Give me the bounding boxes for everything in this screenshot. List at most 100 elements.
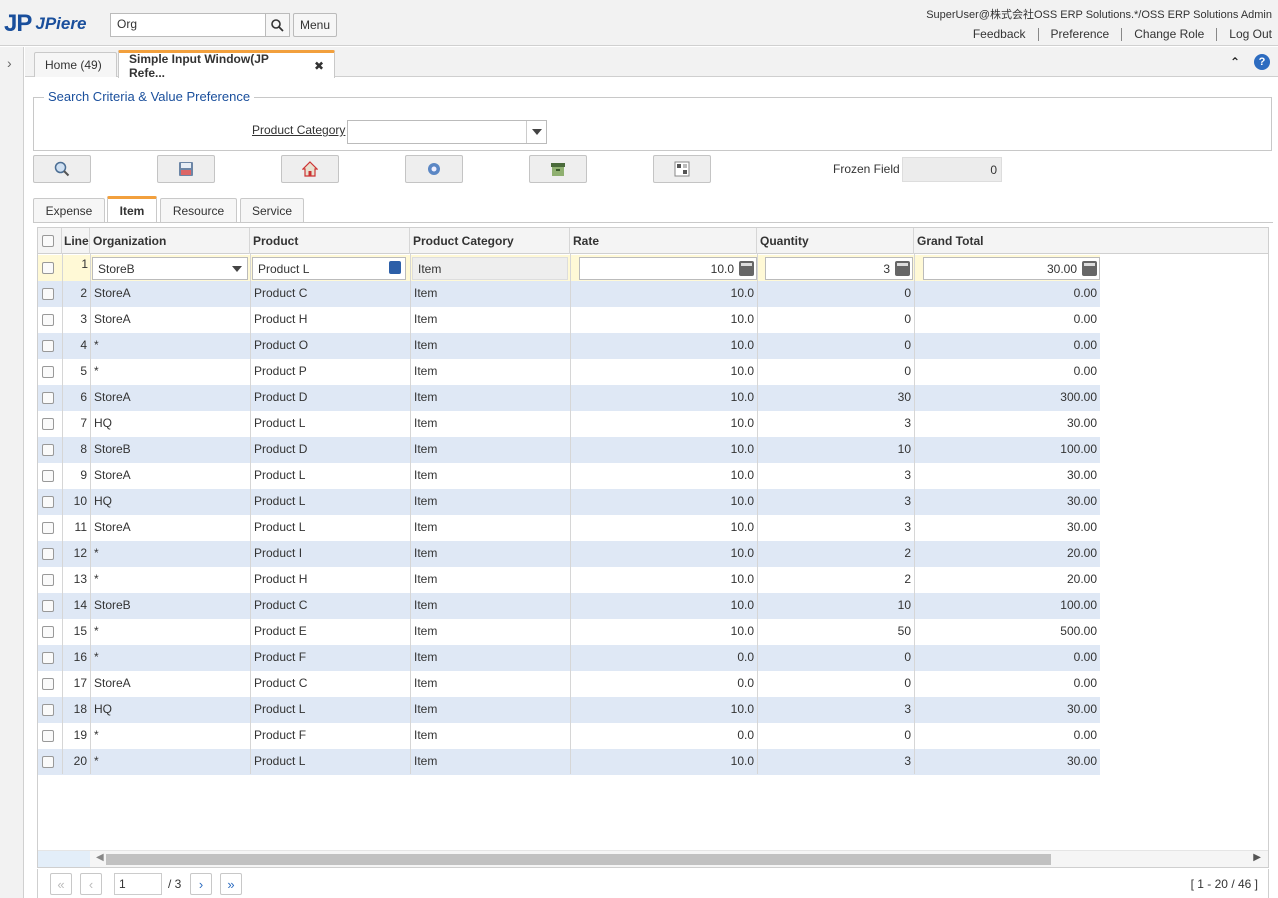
prev-page-button[interactable]: ‹ [80, 873, 102, 895]
row-checkbox[interactable] [42, 470, 54, 482]
col-product-category[interactable]: Product Category [410, 228, 570, 254]
table-row[interactable]: 20 * Product L Item 10.0 3 30.00 [38, 749, 1100, 775]
chevron-down-icon[interactable] [526, 121, 546, 143]
col-line[interactable]: Line [62, 228, 90, 254]
expand-panel-icon[interactable]: › [7, 55, 12, 71]
scroll-left-icon[interactable]: ◀ [96, 852, 104, 863]
search-button[interactable] [266, 13, 290, 37]
row-checkbox[interactable] [42, 340, 54, 352]
table-row[interactable]: 13 * Product H Item 10.0 2 20.00 [38, 567, 1100, 593]
feedback-link[interactable]: Feedback [973, 27, 1026, 41]
table-row[interactable]: 7 HQ Product L Item 10.0 3 30.00 [38, 411, 1100, 437]
frozen-field-input[interactable]: 0 [902, 157, 1002, 182]
table-row[interactable]: 16 * Product F Item 0.0 0 0.00 [38, 645, 1100, 671]
table-row[interactable]: 14 StoreB Product C Item 10.0 10 100.00 [38, 593, 1100, 619]
grand-total-field[interactable]: 30.00 [923, 257, 1100, 280]
save-button[interactable] [157, 155, 215, 183]
scrollbar-thumb[interactable] [106, 854, 1051, 865]
calculator-icon[interactable] [1082, 261, 1097, 276]
search-button[interactable] [33, 155, 91, 183]
collapse-up-icon[interactable]: ⌃ [1230, 55, 1240, 69]
tab-resource[interactable]: Resource [160, 198, 237, 222]
tab-simple-input-window[interactable]: Simple Input Window(JP Refe... ✖ [118, 50, 335, 80]
row-checkbox[interactable] [42, 756, 54, 768]
row-checkbox[interactable] [42, 600, 54, 612]
organization-select[interactable]: StoreB [92, 257, 248, 280]
table-row[interactable]: 12 * Product I Item 10.0 2 20.00 [38, 541, 1100, 567]
product-category-select[interactable] [347, 120, 547, 144]
row-checkbox[interactable] [42, 574, 54, 586]
table-row-editing[interactable]: 1 StoreB Product L Item 10.0 3 30.00 [38, 255, 1100, 281]
row-checkbox[interactable] [42, 366, 54, 378]
menu-button[interactable]: Menu [293, 13, 337, 37]
col-organization[interactable]: Organization [90, 228, 250, 254]
table-row[interactable]: 10 HQ Product L Item 10.0 3 30.00 [38, 489, 1100, 515]
table-row[interactable]: 9 StoreA Product L Item 10.0 3 30.00 [38, 463, 1100, 489]
cell-product-category: Item [414, 598, 438, 612]
home-button[interactable] [281, 155, 339, 183]
next-page-button[interactable]: › [190, 873, 212, 895]
row-checkbox[interactable] [42, 496, 54, 508]
calculator-icon[interactable] [739, 261, 754, 276]
row-checkbox[interactable] [42, 418, 54, 430]
first-page-button[interactable]: « [50, 873, 72, 895]
change-role-link[interactable]: Change Role [1134, 27, 1204, 41]
table-row[interactable]: 18 HQ Product L Item 10.0 3 30.00 [38, 697, 1100, 723]
tab-home[interactable]: Home (49) [34, 52, 117, 77]
grid-toggle-button[interactable] [653, 155, 711, 183]
row-checkbox[interactable] [42, 626, 54, 638]
row-checkbox[interactable] [42, 548, 54, 560]
cell-product: Product D [254, 390, 308, 404]
quantity-field[interactable]: 3 [765, 257, 913, 280]
preference-link[interactable]: Preference [1051, 27, 1110, 41]
table-row[interactable]: 17 StoreA Product C Item 0.0 0 0.00 [38, 671, 1100, 697]
tab-service[interactable]: Service [240, 198, 304, 222]
global-search-input[interactable]: Org [110, 13, 266, 37]
tab-expense[interactable]: Expense [33, 198, 105, 222]
cell-grand-total: 20.00 [1066, 546, 1097, 560]
row-checkbox[interactable] [42, 522, 54, 534]
row-checkbox[interactable] [42, 288, 54, 300]
col-grand-total[interactable]: Grand Total [914, 228, 1268, 254]
row-checkbox[interactable] [42, 262, 54, 274]
col-product[interactable]: Product [250, 228, 410, 254]
last-page-button[interactable]: » [220, 873, 242, 895]
row-checkbox[interactable] [42, 444, 54, 456]
table-row[interactable]: 4 * Product O Item 10.0 0 0.00 [38, 333, 1100, 359]
row-checkbox[interactable] [42, 314, 54, 326]
page-number-input[interactable]: 1 [114, 873, 162, 895]
archive-button[interactable] [529, 155, 587, 183]
row-checkbox[interactable] [42, 652, 54, 664]
logout-link[interactable]: Log Out [1229, 27, 1272, 41]
row-checkbox[interactable] [42, 392, 54, 404]
app-logo[interactable]: JP JPiere [4, 12, 86, 36]
close-tab-icon[interactable]: ✖ [314, 59, 324, 73]
table-row[interactable]: 11 StoreA Product L Item 10.0 3 30.00 [38, 515, 1100, 541]
table-row[interactable]: 15 * Product E Item 10.0 50 500.00 [38, 619, 1100, 645]
chevron-down-icon[interactable] [232, 266, 242, 272]
rate-field[interactable]: 10.0 [579, 257, 757, 280]
col-rate[interactable]: Rate [570, 228, 757, 254]
tab-item[interactable]: Item [107, 196, 157, 223]
table-row[interactable]: 6 StoreA Product D Item 10.0 30 300.00 [38, 385, 1100, 411]
cell-organization: HQ [94, 494, 112, 508]
calculator-icon[interactable] [895, 261, 910, 276]
cell-quantity: 2 [904, 572, 911, 586]
table-row[interactable]: 8 StoreB Product D Item 10.0 10 100.00 [38, 437, 1100, 463]
product-category-label[interactable]: Product Category [252, 123, 345, 137]
horizontal-scrollbar[interactable]: ◀ ▶ [38, 850, 1268, 867]
table-row[interactable]: 5 * Product P Item 10.0 0 0.00 [38, 359, 1100, 385]
select-all-checkbox[interactable] [42, 235, 54, 247]
product-search-field[interactable]: Product L [252, 257, 406, 280]
row-checkbox[interactable] [42, 730, 54, 742]
row-checkbox[interactable] [42, 704, 54, 716]
process-button[interactable] [405, 155, 463, 183]
table-row[interactable]: 3 StoreA Product H Item 10.0 0 0.00 [38, 307, 1100, 333]
table-row[interactable]: 19 * Product F Item 0.0 0 0.00 [38, 723, 1100, 749]
product-lookup-icon[interactable] [389, 261, 401, 274]
scroll-right-icon[interactable]: ▶ [1253, 852, 1261, 863]
col-quantity[interactable]: Quantity [757, 228, 914, 254]
help-icon[interactable]: ? [1254, 54, 1270, 70]
table-row[interactable]: 2 StoreA Product C Item 10.0 0 0.00 [38, 281, 1100, 307]
row-checkbox[interactable] [42, 678, 54, 690]
